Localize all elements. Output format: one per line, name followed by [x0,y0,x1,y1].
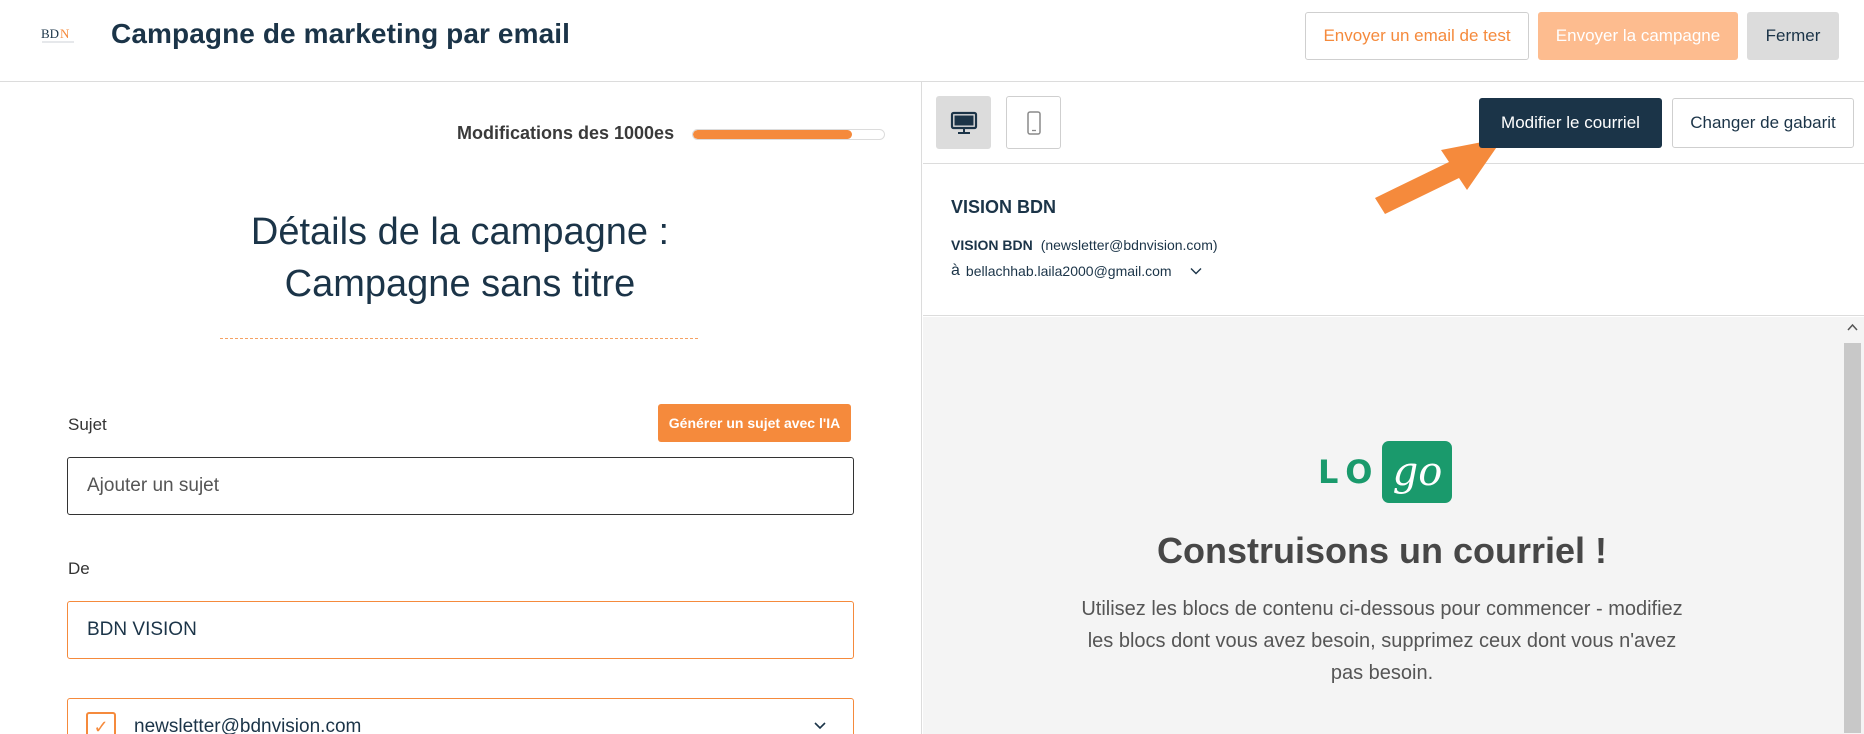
email-verified-checkbox[interactable]: ✓ [86,712,116,734]
progress-label: Modifications des 1000es [457,123,675,143]
svg-text:N: N [60,26,70,41]
preview-scrollbar[interactable] [1841,317,1864,734]
generate-subject-ai-button[interactable]: Générer un sujet avec l'IA [658,404,851,442]
progress-bar-fill [693,130,852,139]
desktop-view-button[interactable] [936,96,991,149]
mobile-view-button[interactable] [1006,96,1061,149]
campaign-title: Détails de la campagne : Campagne sans t… [160,206,760,310]
email-logo: LO go [1318,440,1453,504]
from-label: De [68,559,90,578]
preview-toolbar: Modifier le courriel Changer de gabarit [923,82,1864,214]
close-button[interactable]: Fermer [1747,12,1839,60]
send-campaign-button[interactable]: Envoyer la campagne [1538,12,1738,60]
svg-text:BD: BD [41,26,59,41]
recipient-email: bellachhab.laila2000@gmail.com [965,263,1172,279]
email-body-text: Utilisez les blocs de contenu ci-dessous… [1081,598,1683,684]
chevron-down-icon[interactable] [1190,265,1202,277]
recipient-prefix: à [951,262,960,279]
from-email-select[interactable]: newsletter@bdnvision.com [67,698,854,734]
campaign-details-panel: Modifications des 1000es Détails de la c… [0,82,922,734]
email-canvas: LO go Construisons un courriel ! Utilise… [923,317,1841,734]
email-logo-left: LO [1318,453,1381,491]
campaign-title-line1: Détails de la campagne : [250,211,670,253]
title-divider [220,338,698,339]
email-logo-right: go [1382,441,1453,503]
mobile-icon [1026,110,1041,135]
progress-bar [692,129,885,140]
subject-label: Sujet [68,415,107,434]
email-preview-panel: Modifier le courriel Changer de gabarit … [923,82,1864,734]
change-template-button[interactable]: Changer de gabarit [1672,98,1854,148]
recipient-line[interactable]: à bellachhab.laila2000@gmail.com [951,262,1202,280]
edit-email-button[interactable]: Modifier le courriel [1479,98,1662,148]
desktop-icon [950,111,977,134]
subject-input[interactable]: Ajouter un sujet [67,457,854,515]
scroll-up-icon[interactable] [1846,321,1859,334]
scroll-thumb[interactable] [1844,343,1861,733]
campaign-title-line2: Campagne sans titre [284,263,636,305]
email-heading: Construisons un courriel ! [1156,530,1608,571]
sender-line: VISION BDN (newsletter@bdnvision.com) [951,237,1218,253]
sender-line-email: (newsletter@bdnvision.com) [1040,237,1218,253]
top-header: BD N Campagne de marketing par email Env… [0,0,1864,82]
page-title: Campagne de marketing par email [111,18,571,49]
chevron-down-icon[interactable] [813,719,827,733]
sender-name: VISION BDN [951,197,1057,217]
bdn-logo: BD N [41,26,74,43]
sender-line-name: VISION BDN [951,237,1033,253]
send-test-email-button[interactable]: Envoyer un email de test [1305,12,1529,60]
from-name-input[interactable]: BDN VISION [67,601,854,659]
